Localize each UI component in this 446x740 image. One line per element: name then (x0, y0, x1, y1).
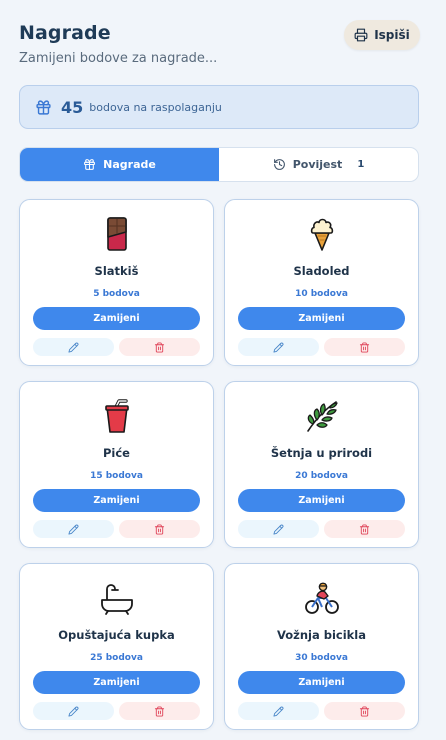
redeem-button[interactable]: Zamijeni (238, 671, 405, 694)
reward-cost: 20 bodova (295, 471, 348, 481)
tab-rewards[interactable]: Nagrade (20, 148, 219, 181)
pencil-icon (68, 342, 79, 353)
person-biking-icon (304, 582, 339, 614)
reward-card: Šetnja u prirodi 20 bodova Zamijeni (224, 381, 419, 548)
tab-history-count: 1 (357, 159, 365, 170)
delete-button[interactable] (324, 702, 405, 720)
print-button-label: Ispiši (374, 28, 410, 42)
ice-cream-icon (310, 218, 333, 251)
edit-button[interactable] (238, 338, 319, 356)
reward-cost: 10 bodova (295, 289, 348, 299)
trash-icon (359, 523, 370, 535)
points-label: bodova na raspolaganju (89, 100, 222, 114)
trash-icon (359, 341, 370, 353)
reward-card: Vožnja bicikla 30 bodova Zamijeni (224, 563, 419, 730)
delete-button[interactable] (324, 338, 405, 356)
delete-button[interactable] (119, 702, 200, 720)
edit-button[interactable] (33, 338, 114, 356)
reward-name: Slatkiš (94, 264, 139, 278)
page-header: Nagrade Zamijeni bodove za nagrade... Is… (19, 20, 421, 72)
gift-icon (84, 159, 96, 170)
reward-card: Piće 15 bodova Zamijeni (19, 381, 214, 548)
reward-name: Vožnja bicikla (276, 628, 367, 642)
redeem-button[interactable]: Zamijeni (238, 489, 405, 512)
herb-leaf-icon (306, 401, 338, 432)
print-button[interactable]: Ispiši (344, 20, 420, 50)
trash-icon (359, 705, 370, 717)
bathtub-icon (100, 584, 133, 615)
trash-icon (154, 341, 165, 353)
tab-bar: Nagrade Povijest 1 (19, 147, 419, 182)
pencil-icon (273, 524, 284, 535)
reward-card: Sladoled 10 bodova Zamijeni (224, 199, 419, 366)
edit-button[interactable] (33, 702, 114, 720)
gift-icon (36, 99, 51, 115)
reward-cost: 15 bodova (90, 471, 143, 481)
cup-with-straw-icon (104, 399, 129, 433)
pencil-icon (273, 706, 284, 717)
pencil-icon (68, 706, 79, 717)
delete-button[interactable] (119, 520, 200, 538)
trash-icon (154, 523, 165, 535)
reward-name: Opuštajuća kupka (58, 628, 175, 642)
tab-history-label: Povijest (292, 158, 343, 171)
edit-button[interactable] (238, 702, 319, 720)
page-subtitle: Zamijeni bodove za nagrade... (19, 51, 218, 66)
pencil-icon (273, 342, 284, 353)
reward-card: Opuštajuća kupka 25 bodova Zamijeni (19, 563, 214, 730)
reward-card: Slatkiš 5 bodova Zamijeni (19, 199, 214, 366)
delete-button[interactable] (324, 520, 405, 538)
reward-name: Sladoled (293, 264, 350, 278)
history-icon (273, 159, 285, 170)
pencil-icon (68, 524, 79, 535)
tab-rewards-label: Nagrade (103, 158, 156, 171)
reward-name: Piće (103, 446, 130, 460)
edit-button[interactable] (33, 520, 114, 538)
delete-button[interactable] (119, 338, 200, 356)
trash-icon (154, 705, 165, 717)
points-value: 45 (61, 97, 84, 117)
redeem-button[interactable]: Zamijeni (33, 489, 200, 512)
redeem-button[interactable]: Zamijeni (238, 307, 405, 330)
redeem-button[interactable]: Zamijeni (33, 671, 200, 694)
reward-name: Šetnja u prirodi (270, 446, 373, 460)
reward-cost: 30 bodova (295, 653, 348, 663)
rewards-grid: Slatkiš 5 bodova Zamijeni Sladoled 10 bo… (19, 199, 419, 730)
edit-button[interactable] (238, 520, 319, 538)
reward-cost: 25 bodova (90, 653, 143, 663)
reward-cost: 5 bodova (93, 289, 140, 299)
chocolate-bar-icon (106, 217, 127, 251)
printer-icon (354, 28, 368, 42)
points-balance-banner: 45 bodova na raspolaganju (19, 85, 419, 129)
redeem-button[interactable]: Zamijeni (33, 307, 200, 330)
tab-history[interactable]: Povijest 1 (219, 148, 418, 181)
